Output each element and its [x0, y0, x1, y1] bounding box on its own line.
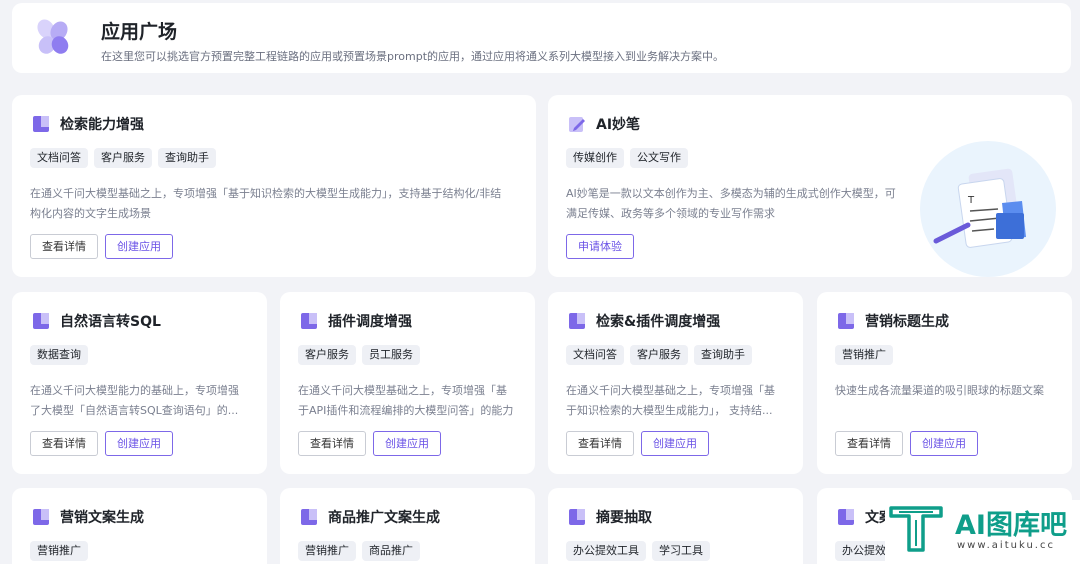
tag: 文档问答 — [566, 345, 624, 365]
app-card-marketing-title[interactable]: 营销标题生成 营销推广 快速生成各流量渠道的吸引眼球的标题文案 查看详情 创建应… — [817, 292, 1072, 474]
card-description: AI妙笔是一款以文本创作为主、多模态为辅的生成式创作大模型，可 满足传媒、政务等… — [566, 187, 896, 220]
app-card-ai-pen[interactable]: AI妙笔 传媒创作 公文写作 AI妙笔是一款以文本创作为主、多模态为辅的生成式创… — [548, 95, 1072, 277]
tag-list: 文档问答 客户服务 查询助手 — [30, 148, 216, 168]
tag: 客户服务 — [94, 148, 152, 168]
tag: 办公提效工具 — [566, 541, 646, 561]
bookmark-icon — [838, 313, 854, 329]
bookmark-icon — [838, 509, 854, 525]
card-description: 在通义千问大模型基础之上，专项增强「基 于API插件和流程编排的大模型问答」的能… — [298, 384, 514, 417]
tag: 客户服务 — [298, 345, 356, 365]
bookmark-icon — [569, 509, 585, 525]
card-description: 在通义千问大模型基础之上，专项增强「基于知识检索的大模型生成能力」，支持基于结构… — [30, 187, 502, 220]
app-card-product-promo[interactable]: 商品推广文案生成 营销推广 商品推广 — [280, 488, 535, 564]
create-app-button[interactable]: 创建应用 — [373, 431, 441, 456]
svg-text:T: T — [967, 195, 975, 206]
bookmark-icon — [301, 509, 317, 525]
document-illustration-icon: T — [920, 141, 1056, 277]
card-title: 摘要抽取 — [596, 510, 652, 526]
card-description: 在通义千问大模型能力的基础上，专项增强 了大模型「自然语言转SQL查询语句」的.… — [30, 384, 239, 417]
card-description: 快速生成各流量渠道的吸引眼球的标题文案 — [835, 384, 1044, 397]
card-title: 营销文案生成 — [60, 510, 144, 526]
view-details-button[interactable]: 查看详情 — [835, 431, 903, 456]
app-card-marketing-copy[interactable]: 营销文案生成 营销推广 — [12, 488, 267, 564]
card-title: AI妙笔 — [596, 117, 641, 133]
tag: 营销推广 — [298, 541, 356, 561]
tag: 营销推广 — [835, 345, 893, 365]
tag: 数据查询 — [30, 345, 88, 365]
tag: 客户服务 — [630, 345, 688, 365]
create-app-button[interactable]: 创建应用 — [641, 431, 709, 456]
app-card-plugin-dispatch[interactable]: 插件调度增强 客户服务 员工服务 在通义千问大模型基础之上，专项增强「基 于AP… — [280, 292, 535, 474]
tag: 传媒创作 — [566, 148, 624, 168]
view-details-button[interactable]: 查看详情 — [30, 234, 98, 259]
tag: 公文写作 — [630, 148, 688, 168]
tag-list: 营销推广 — [30, 541, 88, 561]
pen-icon — [569, 117, 585, 132]
apply-trial-button[interactable]: 申请体验 — [566, 234, 634, 259]
tag-list: 文档问答 客户服务 查询助手 — [566, 345, 752, 365]
page-description: 在这里您可以挑选官方预置完整工程链路的应用或预置场景prompt的应用，通过应用… — [101, 50, 724, 63]
view-details-button[interactable]: 查看详情 — [566, 431, 634, 456]
tag-list: 传媒创作 公文写作 — [566, 148, 688, 168]
card-title: 检索能力增强 — [60, 117, 144, 133]
bookmark-icon — [301, 313, 317, 329]
card-title: 自然语言转SQL — [60, 314, 161, 330]
page-header: 应用广场 在这里您可以挑选官方预置完整工程链路的应用或预置场景prompt的应用… — [12, 3, 1071, 73]
tag: 学习工具 — [652, 541, 710, 561]
tag-list: 客户服务 员工服务 — [298, 345, 420, 365]
card-title: 商品推广文案生成 — [328, 510, 440, 526]
create-app-button[interactable]: 创建应用 — [105, 234, 173, 259]
watermark-brand: AI图库吧 — [955, 510, 1067, 541]
app-card-retrieval-enhance[interactable]: 检索能力增强 文档问答 客户服务 查询助手 在通义千问大模型基础之上，专项增强「… — [12, 95, 536, 277]
card-title: 营销标题生成 — [865, 314, 949, 330]
tag-list: 营销推广 商品推广 — [298, 541, 420, 561]
app-square-logo-icon — [37, 19, 69, 54]
tag-list: 营销推广 — [835, 345, 893, 365]
watermark-url: www.aituku.cc — [957, 540, 1055, 551]
tag: 营销推广 — [30, 541, 88, 561]
app-card-retrieval-plugin[interactable]: 检索&插件调度增强 文档问答 客户服务 查询助手 在通义千问大模型基础之上，专项… — [548, 292, 803, 474]
bookmark-icon — [33, 313, 49, 329]
page-title: 应用广场 — [101, 21, 178, 43]
aituku-logo-icon — [889, 506, 943, 552]
watermark: AI图库吧 www.aituku.cc — [885, 500, 1080, 564]
tag: 查询助手 — [694, 345, 752, 365]
tag: 文档问答 — [30, 148, 88, 168]
tag: 查询助手 — [158, 148, 216, 168]
card-description: 在通义千问大模型基础之上，专项增强「基 于知识检索的大模型生成能力」， 支持结.… — [566, 384, 775, 417]
card-title: 检索&插件调度增强 — [596, 314, 721, 330]
bookmark-icon — [33, 509, 49, 525]
card-title: 插件调度增强 — [328, 314, 412, 330]
app-card-summary-extract[interactable]: 摘要抽取 办公提效工具 学习工具 — [548, 488, 803, 564]
tag-list: 办公提效工具 学习工具 — [566, 541, 710, 561]
bookmark-icon — [33, 116, 49, 132]
bookmark-icon — [569, 313, 585, 329]
view-details-button[interactable]: 查看详情 — [30, 431, 98, 456]
tag-list: 数据查询 — [30, 345, 88, 365]
tag: 商品推广 — [362, 541, 420, 561]
app-card-nl2sql[interactable]: 自然语言转SQL 数据查询 在通义千问大模型能力的基础上，专项增强 了大模型「自… — [12, 292, 267, 474]
view-details-button[interactable]: 查看详情 — [298, 431, 366, 456]
create-app-button[interactable]: 创建应用 — [105, 431, 173, 456]
tag: 员工服务 — [362, 345, 420, 365]
create-app-button[interactable]: 创建应用 — [910, 431, 978, 456]
